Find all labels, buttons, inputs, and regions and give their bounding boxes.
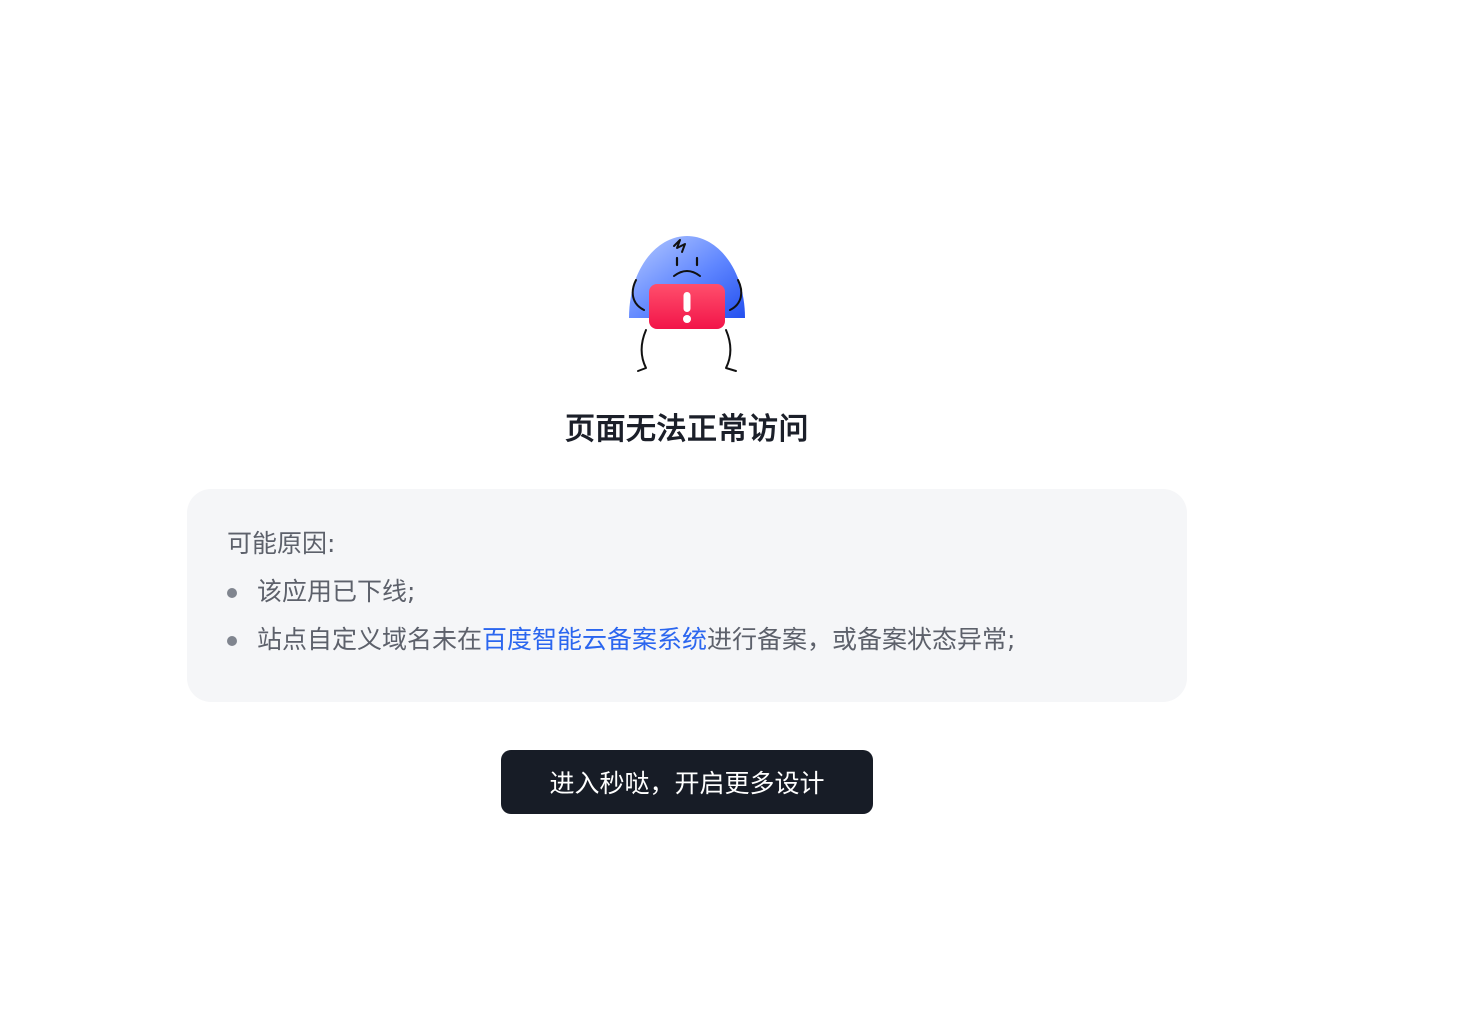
page-title: 页面无法正常访问: [565, 412, 809, 447]
list-item: 该应用已下线;: [227, 575, 1147, 609]
enter-miaoda-button[interactable]: 进入秒哒，开启更多设计: [501, 750, 873, 814]
filing-system-link[interactable]: 百度智能云备案系统: [482, 625, 707, 654]
list-item: 站点自定义域名未在百度智能云备案系统进行备案，或备案状态异常;: [227, 623, 1147, 657]
error-page: 页面无法正常访问 可能原因: 该应用已下线; 站点自定义域名未在百度智能云备案系…: [0, 0, 1466, 1018]
reason-text-after: 进行备案，或备案状态异常;: [707, 625, 1016, 654]
reason-list: 该应用已下线; 站点自定义域名未在百度智能云备案系统进行备案，或备案状态异常;: [227, 575, 1147, 657]
reason-text-before: 站点自定义域名未在: [257, 625, 483, 654]
reasons-heading: 可能原因:: [227, 529, 336, 558]
bullet-icon: [227, 588, 237, 598]
sad-helmet-alert-icon: [629, 236, 745, 372]
reasons-card: 可能原因: 该应用已下线; 站点自定义域名未在百度智能云备案系统进行备案，或备案…: [187, 489, 1187, 702]
bullet-icon: [227, 636, 237, 646]
reason-text: 该应用已下线;: [257, 577, 416, 606]
